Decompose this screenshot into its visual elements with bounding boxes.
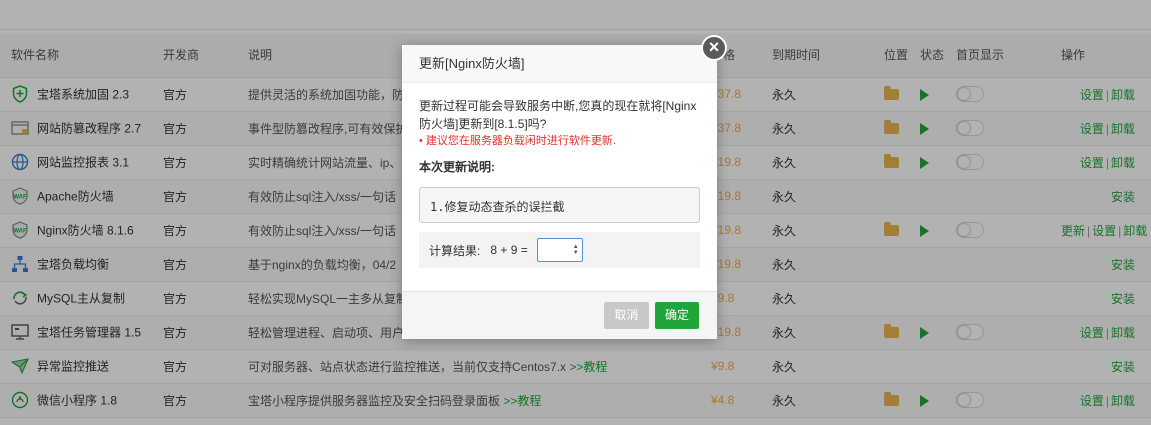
- plugin-page: 软件名称 开发商 说明 价格 到期时间 位置 状态 首页显示 操作 宝塔系统加固…: [0, 0, 1151, 425]
- calc-label: 计算结果:: [429, 243, 481, 258]
- dialog-body: 更新过程可能会导致服务中断,您真的现在就将[Nginx防火墙]更新到[8.1.5…: [402, 83, 717, 268]
- update-warning-text: 建议您在服务器负载闲时进行软件更新.: [425, 135, 616, 147]
- close-icon[interactable]: ×: [701, 35, 727, 61]
- captcha-row: 计算结果: 8 + 9 = ▲ ▼: [419, 232, 700, 268]
- dialog-footer: 取消 确定: [402, 291, 717, 339]
- update-message-suffix: 吗?: [527, 117, 547, 131]
- update-warning: • 建议您在服务器负载闲时进行软件更新.: [419, 135, 616, 147]
- confirm-button[interactable]: 确定: [655, 302, 699, 329]
- notes-heading: 本次更新说明:: [419, 160, 495, 174]
- update-message: 更新过程可能会导致服务中断,您真的现在就将[Nginx防火墙]更新到[8.1.5…: [419, 97, 700, 133]
- update-message-text: 更新过程可能会导致服务中断,您真的现在就将[Nginx防火墙]更新到: [419, 99, 697, 131]
- update-version: [8.1.5]: [494, 117, 528, 131]
- calc-expression: 8 + 9 =: [490, 243, 528, 257]
- release-notes-box: 1.修复动态查杀的误拦截: [419, 187, 700, 223]
- update-dialog: 更新[Nginx防火墙] × 更新过程可能会导致服务中断,您真的现在就将[Ngi…: [402, 35, 727, 339]
- cancel-button[interactable]: 取消: [604, 302, 649, 329]
- dialog-title: 更新[Nginx防火墙]: [402, 45, 717, 83]
- spinner-icon[interactable]: ▲ ▼: [573, 244, 579, 256]
- captcha-input[interactable]: ▲ ▼: [536, 238, 583, 262]
